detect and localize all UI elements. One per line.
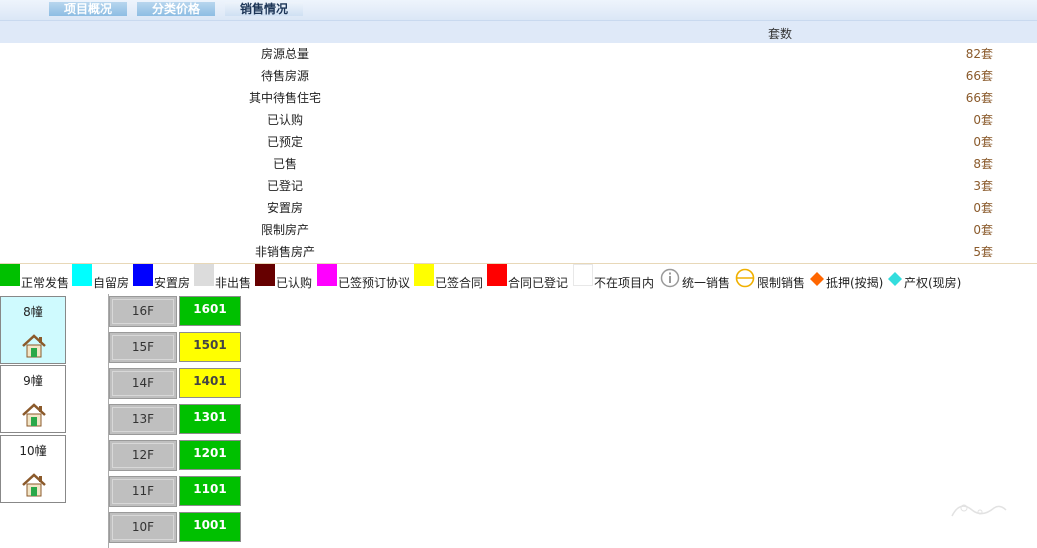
legend-label: 产权(现房) <box>904 276 962 290</box>
top-nav-bar: 项目概况 分类价格 销售情况 <box>0 0 1037 21</box>
stats-row-label: 非销售房产 <box>254 245 315 259</box>
building-card[interactable]: 8幢 <box>0 296 66 364</box>
legend-label: 已签合同 <box>435 276 484 290</box>
stats-row: 房源总量 82套 <box>0 43 1037 65</box>
stats-row: 已登记 3套 <box>0 175 1037 197</box>
unit-cell[interactable]: 1401 <box>179 368 241 398</box>
legend-label: 不在项目内 <box>594 276 655 290</box>
stats-row-value: 66套 <box>965 69 993 83</box>
floor-label: 13F <box>109 404 177 435</box>
stats-row-label: 已登记 <box>266 179 303 193</box>
stats-row-value: 0套 <box>973 201 993 215</box>
legend-label: 非出售 <box>215 276 252 290</box>
stats-row-label: 限制房产 <box>260 223 309 237</box>
stats-row-value: 0套 <box>973 135 993 149</box>
floor-label: 11F <box>109 476 177 507</box>
unit-cell[interactable]: 1601 <box>179 296 241 326</box>
stats-row: 限制房产 0套 <box>0 219 1037 241</box>
unit-cell[interactable]: 1001 <box>179 512 241 542</box>
floor-label: 12F <box>109 440 177 471</box>
floor-label: 15F <box>109 332 177 363</box>
stats-row: 非销售房产 5套 <box>0 241 1037 263</box>
unit-cell[interactable]: 1301 <box>179 404 241 434</box>
watermark-logo <box>942 496 1012 524</box>
legend-label: 安置房 <box>154 276 191 290</box>
legend-label: 合同已登记 <box>508 276 569 290</box>
legend-swatch <box>255 264 275 286</box>
legend-swatch <box>487 264 507 286</box>
stats-row-label: 已售 <box>272 157 297 171</box>
legend-swatch <box>573 264 593 286</box>
diamond-icon <box>810 272 824 286</box>
tab-project-overview[interactable]: 项目概况 <box>49 2 127 16</box>
floor-label: 10F <box>109 512 177 543</box>
stats-row-value: 66套 <box>965 91 993 105</box>
legend-swatch <box>0 264 20 286</box>
stats-row-label: 房源总量 <box>260 47 309 61</box>
stats-row-value: 3套 <box>973 179 993 193</box>
legend-label: 已认购 <box>276 276 313 290</box>
house-icon <box>22 403 46 427</box>
stats-row-value: 82套 <box>965 47 993 61</box>
building-name: 10幢 <box>19 444 47 458</box>
stats-row-label: 已认购 <box>266 113 303 127</box>
building-card[interactable]: 10幢 <box>0 435 66 503</box>
stats-row-value: 0套 <box>973 223 993 237</box>
building-name: 9幢 <box>23 374 43 388</box>
unit-cell[interactable]: 1201 <box>179 440 241 470</box>
stats-row: 已售 8套 <box>0 153 1037 175</box>
info-circle-icon <box>660 268 680 288</box>
legend-swatch <box>133 264 153 286</box>
unit-cell[interactable]: 1501 <box>179 332 241 362</box>
stats-row-label: 其中待售住宅 <box>248 91 321 105</box>
floor-label: 14F <box>109 368 177 399</box>
legend-swatch <box>317 264 337 286</box>
building-name: 8幢 <box>23 305 43 319</box>
legend-swatch <box>414 264 434 286</box>
stats-row: 其中待售住宅 66套 <box>0 87 1037 109</box>
stats-row: 已预定 0套 <box>0 131 1037 153</box>
floor-label: 16F <box>109 296 177 327</box>
floor-unit-grid: 16F 1601 15F 1501 14F 1401 13F 1301 12F 1201 11F 11… <box>108 294 245 548</box>
legend-swatch <box>72 264 92 286</box>
legend-label: 正常发售 <box>21 276 70 290</box>
tab-category-price[interactable]: 分类价格 <box>137 2 215 16</box>
legend-label: 统一销售 <box>682 276 731 290</box>
stats-row-value: 5套 <box>973 245 993 259</box>
stats-table: 房源总量 82套 待售房源 66套 其中待售住宅 66套 已认购 0套 已预定 0套 已售 8套 已登记… <box>0 43 1037 263</box>
legend-label: 限制销售 <box>757 276 806 290</box>
restrict-circle-icon <box>735 268 755 288</box>
stats-row-label: 安置房 <box>266 201 303 215</box>
stats-row-value: 8套 <box>973 157 993 171</box>
stats-column-header: 套数 <box>768 27 793 41</box>
stats-row: 已认购 0套 <box>0 109 1037 131</box>
house-icon <box>22 473 46 497</box>
legend-label: 已签预订协议 <box>338 276 411 290</box>
diamond-icon <box>888 272 902 286</box>
legend-swatch <box>194 264 214 286</box>
status-legend: 正常发售 自留房 安置房 非出售 已认购 已签预订协议 已签合同 合同已登记 不在项目内 统一销售… <box>0 263 1037 290</box>
stats-row: 待售房源 66套 <box>0 65 1037 87</box>
stats-header-row: 套数 <box>0 21 1037 43</box>
house-icon <box>22 334 46 358</box>
stats-row-label: 已预定 <box>266 135 303 149</box>
stats-row-label: 待售房源 <box>260 69 309 83</box>
legend-label: 自留房 <box>93 276 130 290</box>
legend-label: 抵押(按揭) <box>826 276 884 290</box>
stats-row-value: 0套 <box>973 113 993 127</box>
tab-sales-status[interactable]: 销售情况 <box>225 2 303 16</box>
stats-row: 安置房 0套 <box>0 197 1037 219</box>
unit-cell[interactable]: 1101 <box>179 476 241 506</box>
building-card[interactable]: 9幢 <box>0 365 66 433</box>
